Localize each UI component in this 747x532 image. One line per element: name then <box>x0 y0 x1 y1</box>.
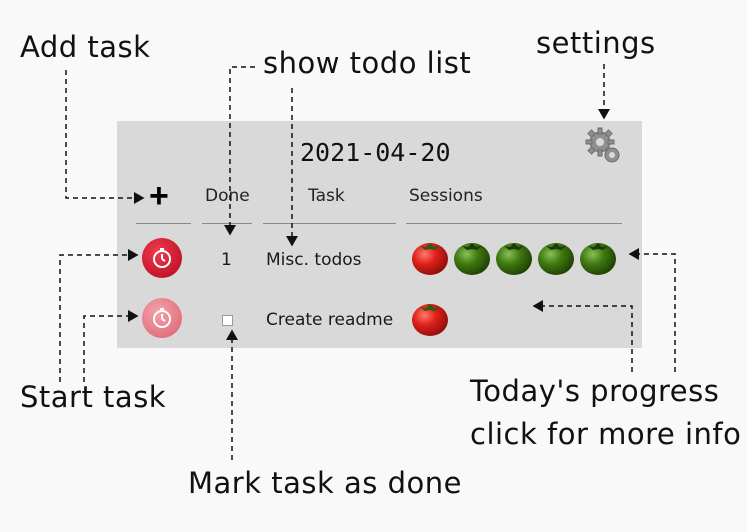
annotation-arrows <box>59 64 676 460</box>
